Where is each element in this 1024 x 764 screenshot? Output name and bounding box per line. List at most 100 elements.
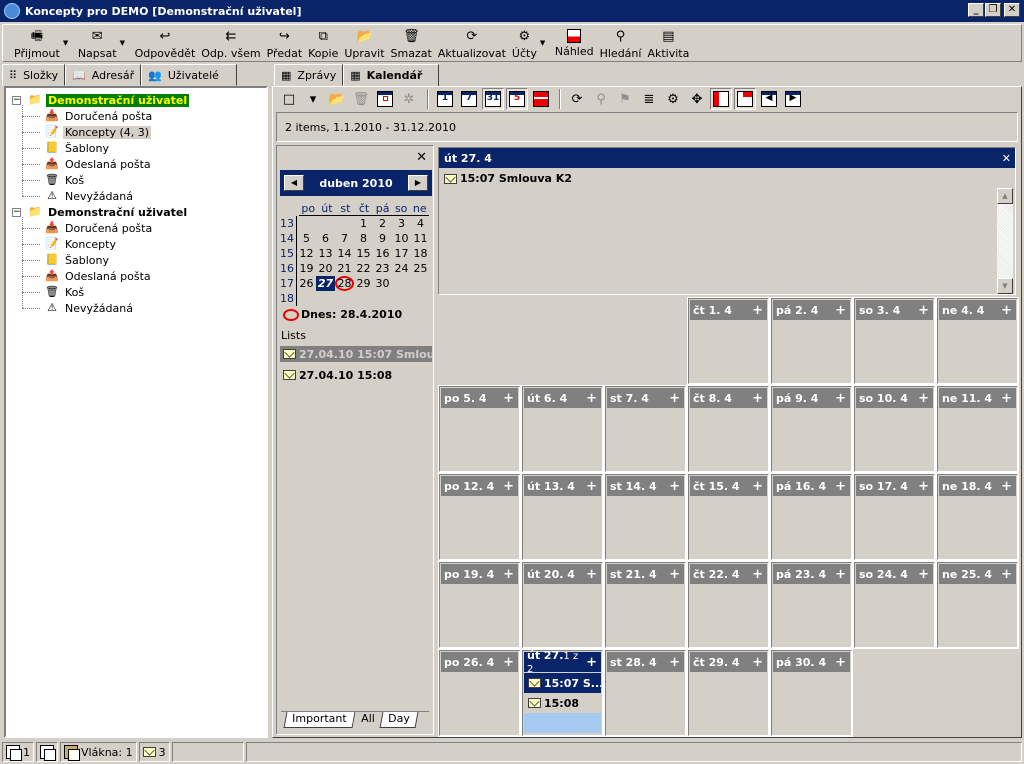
day-cell[interactable]: 10 bbox=[392, 231, 411, 246]
tab-slozky[interactable]: ⠿ Složky bbox=[2, 64, 66, 86]
prev-button[interactable]: ◀ bbox=[758, 88, 780, 110]
list-view-button[interactable] bbox=[530, 88, 552, 110]
add-event-icon[interactable]: + bbox=[1001, 391, 1012, 406]
week-number[interactable]: 15 bbox=[277, 246, 297, 261]
add-event-icon[interactable]: + bbox=[669, 479, 680, 494]
month-day-cell[interactable]: st 14. 4 + bbox=[604, 473, 687, 561]
delete-button[interactable]: 🗑 bbox=[350, 88, 372, 110]
month-day-cell[interactable]: so 17. 4 + bbox=[853, 473, 936, 561]
tree-item[interactable]: 📤 Odeslaná pošta bbox=[12, 268, 189, 284]
add-event-icon[interactable]: + bbox=[835, 567, 846, 582]
day-cell[interactable]: 2 bbox=[373, 216, 392, 231]
month-day-cell[interactable]: ne 18. 4 + bbox=[936, 473, 1019, 561]
add-event-icon[interactable]: + bbox=[669, 655, 680, 670]
week-view-button[interactable]: 7 bbox=[458, 88, 480, 110]
clear-button[interactable]: ✲ bbox=[398, 88, 420, 110]
day-cell[interactable]: 9 bbox=[373, 231, 392, 246]
add-event-icon[interactable]: + bbox=[918, 303, 929, 318]
tree-item[interactable]: 📝 Koncepty (4, 3) bbox=[12, 124, 189, 140]
new-button[interactable]: □ bbox=[278, 88, 300, 110]
chevron-down-icon[interactable]: ▼ bbox=[540, 25, 548, 47]
day-view-button[interactable]: 1 bbox=[434, 88, 456, 110]
day-cell[interactable]: 22 bbox=[354, 261, 373, 276]
toolbar-button-smazat[interactable]: 🗑 Smazat bbox=[388, 25, 435, 61]
tab-zpravy[interactable]: ▦ Zprávy bbox=[274, 64, 344, 86]
toolbar-button-kopie[interactable]: ⧉ Kopie bbox=[305, 25, 341, 61]
vertical-scrollbar[interactable]: ▲ ▼ bbox=[997, 188, 1013, 294]
goto-date-button[interactable] bbox=[374, 88, 396, 110]
tab-all[interactable]: All bbox=[352, 712, 383, 728]
month-day-cell[interactable]: pá 2. 4 + bbox=[770, 297, 853, 385]
tree-item[interactable]: 🗑 Koš bbox=[12, 172, 189, 188]
add-event-icon[interactable]: + bbox=[1001, 303, 1012, 318]
month-day-cell[interactable]: ne 11. 4 + bbox=[936, 385, 1019, 473]
tree-item[interactable]: 🗑 Koš bbox=[12, 284, 189, 300]
tree-item[interactable]: 📒 Šablony bbox=[12, 252, 189, 268]
toolbar-button-aktivita[interactable]: ▤ Aktivita bbox=[644, 25, 692, 61]
list-item[interactable]: 27.04.10 15:08 bbox=[280, 367, 432, 383]
day-event-item[interactable]: 15:07 Smlouva K2 bbox=[439, 168, 1015, 189]
tree-item[interactable]: 📒 Šablony bbox=[12, 140, 189, 156]
month-day-cell[interactable]: po 12. 4 + bbox=[438, 473, 521, 561]
add-event-icon[interactable]: + bbox=[918, 567, 929, 582]
toolbar-button-přijmout[interactable]: 🖷 Přijmout bbox=[11, 25, 63, 61]
add-event-icon[interactable]: + bbox=[586, 567, 597, 582]
filter-button[interactable]: ⚑ bbox=[614, 88, 636, 110]
add-event-icon[interactable]: + bbox=[503, 567, 514, 582]
add-event-icon[interactable]: + bbox=[918, 391, 929, 406]
add-event-icon[interactable]: + bbox=[835, 655, 846, 670]
minimize-button[interactable]: _ bbox=[968, 3, 984, 17]
add-event-icon[interactable]: + bbox=[586, 655, 597, 670]
add-event-icon[interactable]: + bbox=[835, 303, 846, 318]
open-button[interactable]: 📂 bbox=[326, 88, 348, 110]
day-cell[interactable]: 16 bbox=[373, 246, 392, 261]
month-day-cell[interactable]: st 7. 4 + bbox=[604, 385, 687, 473]
toolbar-button-napsat[interactable]: ✉ Napsat bbox=[75, 25, 120, 61]
tree-item[interactable]: ⚠ Nevyžádaná bbox=[12, 188, 189, 204]
tab-adresar[interactable]: 📖 Adresář bbox=[65, 64, 142, 86]
add-event-icon[interactable]: + bbox=[669, 391, 680, 406]
day-cell[interactable]: 18 bbox=[411, 246, 430, 261]
add-event-icon[interactable]: + bbox=[503, 479, 514, 494]
month-day-cell[interactable]: so 10. 4 + bbox=[853, 385, 936, 473]
day-cell[interactable]: 11 bbox=[411, 231, 430, 246]
day-cell[interactable]: 21 bbox=[335, 261, 354, 276]
tree-item[interactable]: 📥 Doručená pošta bbox=[12, 220, 189, 236]
chevron-down-icon[interactable]: ▼ bbox=[63, 25, 71, 47]
day-cell[interactable]: 12 bbox=[297, 246, 316, 261]
add-event-icon[interactable]: + bbox=[752, 303, 763, 318]
month-day-cell[interactable]: po 19. 4 + bbox=[438, 561, 521, 649]
day-cell[interactable]: 15 bbox=[354, 246, 373, 261]
add-event-icon[interactable]: + bbox=[752, 567, 763, 582]
tree-item[interactable]: 📥 Doručená pošta bbox=[12, 108, 189, 124]
month-day-cell[interactable]: čt 29. 4 + bbox=[687, 649, 770, 737]
day-cell[interactable]: 17 bbox=[392, 246, 411, 261]
close-button[interactable]: ✕ bbox=[1004, 3, 1020, 17]
fit-button[interactable]: ✥ bbox=[686, 88, 708, 110]
chevron-down-icon[interactable]: ▼ bbox=[120, 25, 128, 47]
toolbar-button-účty[interactable]: ⚙ Účty bbox=[509, 25, 540, 61]
day-cell[interactable]: 14 bbox=[335, 246, 354, 261]
month-day-cell[interactable]: so 24. 4 + bbox=[853, 561, 936, 649]
month-day-cell[interactable]: po 26. 4 + bbox=[438, 649, 521, 737]
prev-month-button[interactable]: ◀ bbox=[284, 175, 304, 191]
tree-item[interactable]: 📝 Koncepty bbox=[12, 236, 189, 252]
scroll-down-button[interactable]: ▼ bbox=[997, 278, 1013, 294]
scroll-up-button[interactable]: ▲ bbox=[997, 188, 1013, 204]
day-cell[interactable]: 20 bbox=[316, 261, 335, 276]
collapse-icon[interactable]: − bbox=[12, 95, 21, 105]
month-day-cell[interactable]: po 5. 4 + bbox=[438, 385, 521, 473]
week-number[interactable]: 17 bbox=[277, 276, 297, 291]
month-day-cell[interactable]: so 3. 4 + bbox=[853, 297, 936, 385]
month-day-cell[interactable]: pá 23. 4 + bbox=[770, 561, 853, 649]
list-item[interactable]: 27.04.10 15:07 Smlou... bbox=[280, 346, 432, 362]
day-cell[interactable]: 28 bbox=[335, 276, 354, 291]
day-cell[interactable]: 4 bbox=[411, 216, 430, 231]
selected-time-slot[interactable] bbox=[524, 713, 601, 733]
month-day-cell[interactable]: pá 30. 4 + bbox=[770, 649, 853, 737]
day-cell[interactable]: 6 bbox=[316, 231, 335, 246]
day-cell[interactable]: 27 bbox=[316, 276, 335, 291]
day-cell[interactable]: 23 bbox=[373, 261, 392, 276]
work-week-button[interactable]: 5 bbox=[506, 88, 528, 110]
week-number[interactable]: 18 bbox=[277, 291, 297, 306]
